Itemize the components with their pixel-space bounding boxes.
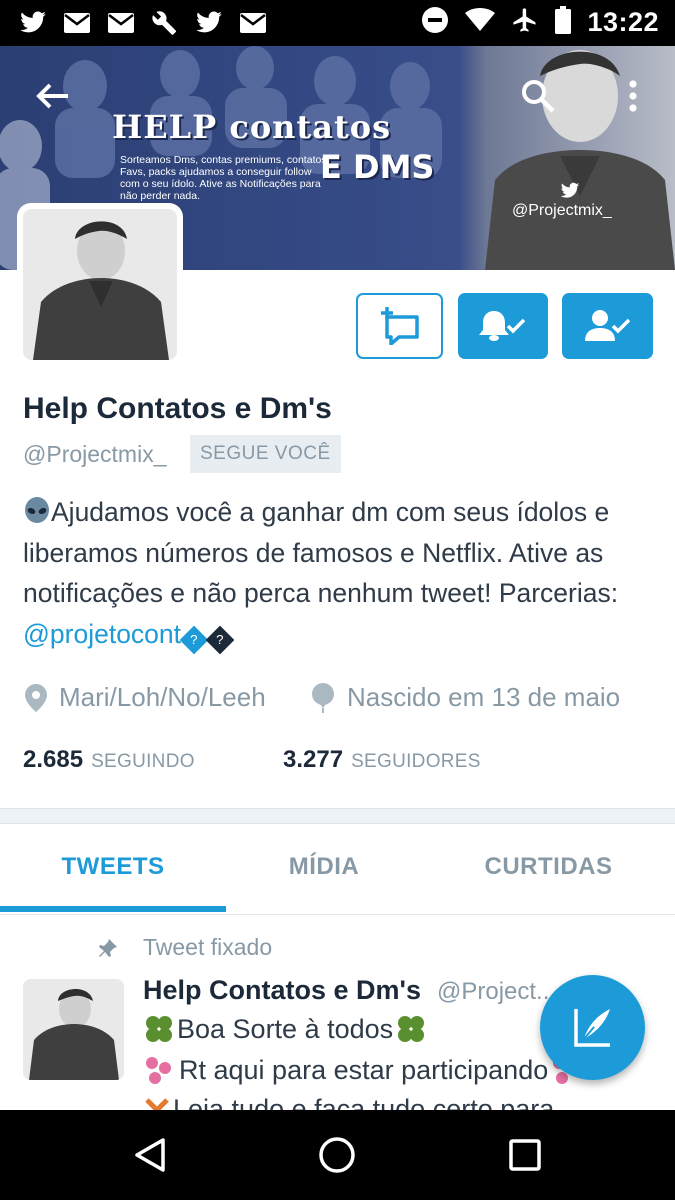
- profile-birthday: Nascido em 13 de maio: [311, 682, 620, 713]
- followers-count[interactable]: 3.277 SEGUIDORES: [283, 746, 481, 774]
- clock: 13:22: [587, 7, 659, 37]
- profile-avatar[interactable]: [17, 203, 183, 366]
- birthday-text: Nascido em 13 de maio: [347, 682, 621, 712]
- unknown-glyph-icon: ?: [179, 625, 209, 654]
- back-arrow-icon: [36, 83, 68, 109]
- section-divider: [0, 808, 675, 824]
- tweet-avatar-photo: [23, 979, 124, 1080]
- notifications-button[interactable]: [458, 293, 548, 359]
- mail-icon: [106, 8, 136, 38]
- battery-icon: [555, 6, 572, 39]
- profile-name: Help Contatos e Dm's: [23, 392, 332, 425]
- tweet-text-line-2: Rt aqui para estar participando: [179, 1054, 549, 1085]
- followers-number: 3.277: [283, 746, 344, 773]
- wrench-icon: [150, 8, 180, 38]
- four-leaf-clover-icon: [398, 1016, 425, 1042]
- twitter-icon: [560, 182, 580, 198]
- following-number: 2.685: [23, 746, 84, 773]
- mail-icon: [62, 8, 92, 38]
- avatar-photo: [23, 209, 177, 360]
- four-leaf-clover-icon: [146, 1016, 172, 1042]
- alien-icon: [25, 497, 49, 523]
- banner-title: HELP contatos: [112, 108, 392, 146]
- home-circle-icon: [319, 1137, 355, 1173]
- person-checked-icon: [584, 310, 630, 341]
- following-label: SEGUINDO: [91, 751, 195, 772]
- nav-recents-button[interactable]: [500, 1130, 550, 1180]
- overflow-menu-icon: [629, 80, 637, 112]
- search-button[interactable]: [514, 72, 562, 120]
- status-bar: 13:22: [0, 0, 675, 46]
- tweet-line: Boa Sorte à todos: [143, 1013, 427, 1045]
- back-button[interactable]: [28, 72, 76, 120]
- pinned-label: Tweet fixado: [143, 934, 273, 960]
- nav-home-button[interactable]: [312, 1130, 362, 1180]
- bio-mention-link[interactable]: @projetocont: [23, 619, 181, 649]
- followers-label: SEGUIDORES: [351, 751, 481, 772]
- navigation-bar: [0, 1110, 675, 1200]
- direct-message-button[interactable]: [356, 293, 443, 359]
- overflow-menu-button[interactable]: [610, 72, 656, 120]
- tab-tweets[interactable]: TWEETS: [0, 824, 226, 915]
- banner-handle: @Projectmix_: [512, 202, 612, 219]
- notification-icons: [18, 8, 268, 38]
- compose-tweet-button[interactable]: [540, 975, 645, 1080]
- nav-back-button[interactable]: [125, 1130, 175, 1180]
- follows-you-badge: SEGUE VOCÊ: [190, 435, 341, 473]
- back-triangle-icon: [135, 1138, 165, 1172]
- location-text: Mari/Loh/No/Leeh: [59, 682, 266, 712]
- profile-handle: @Projectmix_: [23, 441, 167, 467]
- tweet-avatar[interactable]: [23, 979, 124, 1080]
- location-pin-icon: [25, 683, 47, 712]
- tweet-line: Rt aqui para estar participando: [143, 1054, 584, 1086]
- pin-icon: [99, 938, 117, 957]
- compose-feather-icon: [573, 1008, 610, 1047]
- pinned-tweet-header: Tweet fixado: [97, 934, 272, 961]
- active-tab-indicator: [0, 906, 226, 912]
- wifi-icon: [465, 8, 496, 37]
- following-count[interactable]: 2.685 SEGUINDO: [23, 746, 195, 774]
- twitter-icon: [18, 8, 48, 38]
- balloon-icon: [312, 682, 334, 713]
- tweet-handle-text: @Project...: [437, 978, 557, 1005]
- search-icon: [522, 80, 555, 113]
- banner-description: Sorteamos Dms, contas premiums, contatos…: [120, 154, 327, 202]
- add-message-icon: [380, 307, 419, 345]
- do-not-disturb-icon: [421, 6, 449, 39]
- flowers-icon: [146, 1057, 171, 1084]
- tab-media[interactable]: MÍDIA: [226, 824, 422, 915]
- bio-text: Ajudamos você a ganhar dm com seus ídolo…: [23, 497, 619, 608]
- airplane-icon: [511, 6, 539, 39]
- bell-checked-icon: [479, 311, 526, 341]
- profile-tabs: TWEETS MÍDIA CURTIDAS: [0, 824, 675, 915]
- banner-title-2: E DMS: [320, 148, 435, 186]
- following-button[interactable]: [562, 293, 653, 359]
- twitter-icon: [194, 8, 224, 38]
- profile-location: Mari/Loh/No/Leeh: [25, 682, 266, 713]
- tweet-author-name[interactable]: Help Contatos e Dm's: [143, 975, 421, 1006]
- tab-likes[interactable]: CURTIDAS: [422, 824, 675, 915]
- unknown-glyph-icon: ?: [205, 625, 235, 654]
- profile-bio: Ajudamos você a ganhar dm com seus ídolo…: [23, 492, 653, 654]
- tweet-text-line-1: Boa Sorte à todos: [177, 1013, 394, 1044]
- mail-icon: [238, 8, 268, 38]
- recents-square-icon: [509, 1139, 541, 1171]
